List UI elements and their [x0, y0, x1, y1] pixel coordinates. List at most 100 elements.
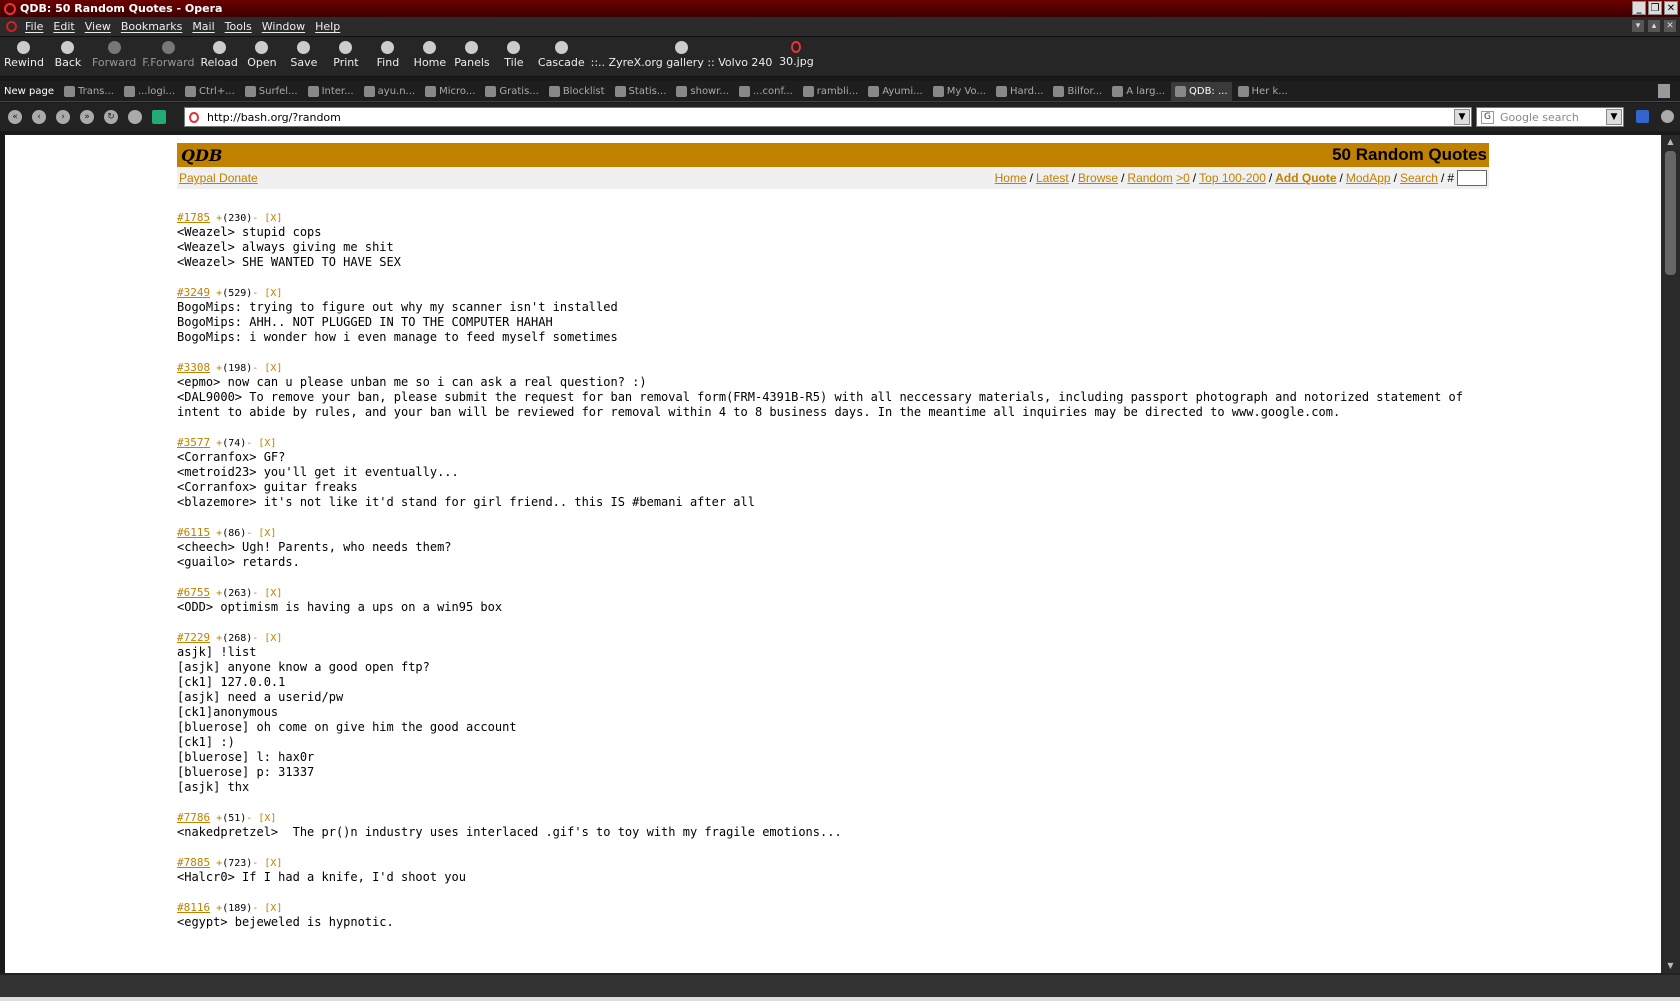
url-dropdown-icon[interactable]: ▼	[1454, 109, 1470, 125]
page-restore-icon[interactable]: ▴	[1648, 20, 1660, 32]
toolbar-button-6[interactable]: Save	[286, 37, 322, 69]
scroll-thumb[interactable]	[1665, 151, 1676, 275]
flag-button[interactable]: [X]	[264, 363, 282, 374]
back-small-icon[interactable]: ‹	[32, 110, 46, 124]
tab-17[interactable]: Bilfor...	[1049, 82, 1106, 101]
toolbar-button-9[interactable]: Home	[412, 37, 448, 69]
flag-button[interactable]: [X]	[264, 633, 282, 644]
tab-3[interactable]: Ctrl+...	[181, 82, 239, 101]
nav-link-top-100-200[interactable]: Top 100-200	[1199, 171, 1266, 185]
scroll-down-icon[interactable]: ▼	[1665, 961, 1676, 971]
reload-small-icon[interactable]: ↻	[104, 110, 118, 124]
quote-id-link[interactable]: #7229	[177, 631, 210, 644]
tab-9[interactable]: Blocklist	[545, 82, 609, 101]
flag-button[interactable]: [X]	[264, 903, 282, 914]
menu-view[interactable]: View	[85, 20, 111, 33]
rewind-small-icon[interactable]: «	[8, 110, 22, 124]
url-input[interactable]: http://bash.org/?random ▼	[184, 107, 1472, 127]
tab-12[interactable]: ...conf...	[735, 82, 797, 101]
scroll-up-icon[interactable]: ▲	[1665, 137, 1676, 147]
nav-link-modapp[interactable]: ModApp	[1346, 171, 1391, 185]
panel-toggle-icon[interactable]	[1661, 110, 1674, 123]
toolbar-button-3[interactable]: F.Forward	[142, 37, 194, 69]
nav-link-latest[interactable]: Latest	[1036, 171, 1069, 185]
google-icon[interactable]: G	[1481, 110, 1494, 124]
quote-id-link[interactable]: #3249	[177, 286, 210, 299]
quote-id-link[interactable]: #7885	[177, 856, 210, 869]
new-page-tab[interactable]: New page	[0, 82, 58, 101]
menu-file[interactable]: File	[25, 20, 43, 33]
flag-button[interactable]: [X]	[258, 438, 276, 449]
forward-small-icon[interactable]: ›	[56, 110, 70, 124]
paypal-donate-link[interactable]: Paypal Donate	[179, 171, 258, 185]
toolbar-button-12[interactable]: Cascade	[538, 37, 585, 69]
quote-id-link[interactable]: #6115	[177, 526, 210, 539]
stop-icon[interactable]	[128, 110, 142, 124]
quote-id-link[interactable]: #6755	[177, 586, 210, 599]
flag-button[interactable]: [X]	[258, 813, 276, 824]
menu-window[interactable]: Window	[262, 20, 305, 33]
tab-15[interactable]: My Vo...	[929, 82, 990, 101]
toolbar-button-0[interactable]: Rewind	[4, 37, 44, 69]
nav-link-random[interactable]: Random	[1127, 171, 1172, 185]
tab-7[interactable]: Micro...	[421, 82, 479, 101]
nav-link-browse[interactable]: Browse	[1078, 171, 1118, 185]
quote-id-link[interactable]: #8116	[177, 901, 210, 914]
close-button[interactable]: ✕	[1664, 1, 1678, 15]
flag-button[interactable]: [X]	[258, 528, 276, 539]
flag-button[interactable]: [X]	[264, 213, 282, 224]
quote-number-input[interactable]	[1457, 170, 1487, 186]
tab-18[interactable]: A larg...	[1108, 82, 1169, 101]
tab-4[interactable]: Surfel...	[241, 82, 302, 101]
search-dropdown-icon[interactable]: ▼	[1606, 109, 1622, 125]
toolbar-button-11[interactable]: Tile	[496, 37, 532, 69]
menu-edit[interactable]: Edit	[53, 20, 74, 33]
flag-button[interactable]: [X]	[264, 858, 282, 869]
nav-link--0[interactable]: >0	[1176, 171, 1190, 185]
quote-id-link[interactable]: #7786	[177, 811, 210, 824]
tab-19[interactable]: QDB: ...	[1171, 81, 1232, 101]
tab-1[interactable]: Trans...	[60, 82, 118, 101]
nav-link-search[interactable]: Search	[1400, 171, 1438, 185]
tab-8[interactable]: Gratis...	[481, 82, 542, 101]
search-input[interactable]: G Google search ▼	[1476, 107, 1624, 127]
toolbar-button-7[interactable]: Print	[328, 37, 364, 69]
toolbar-button-2[interactable]: Forward	[92, 37, 136, 69]
tab-2[interactable]: ...logi...	[120, 82, 179, 101]
restore-button[interactable]: ❐	[1648, 1, 1662, 15]
quote-id-link[interactable]: #1785	[177, 211, 210, 224]
tab-20[interactable]: Her k...	[1234, 82, 1292, 101]
home-small-icon[interactable]	[152, 110, 166, 124]
tab-14[interactable]: Ayumi...	[864, 82, 926, 101]
bookmark-page-icon[interactable]	[1636, 110, 1649, 123]
menu-tools[interactable]: Tools	[225, 20, 252, 33]
flag-button[interactable]: [X]	[264, 588, 282, 599]
tab-16[interactable]: Hard...	[992, 82, 1047, 101]
flag-button[interactable]: [X]	[264, 288, 282, 299]
fast-forward-small-icon[interactable]: »	[80, 110, 94, 124]
minimize-button[interactable]: _	[1632, 1, 1646, 15]
toolbar-button-8[interactable]: Find	[370, 37, 406, 69]
tab-11[interactable]: showr...	[672, 82, 733, 101]
nav-link-add-quote[interactable]: Add Quote	[1275, 171, 1336, 185]
tab-10[interactable]: Statis...	[611, 82, 671, 101]
toolbar-button-14[interactable]: 30.jpg	[778, 37, 814, 68]
opera-menu-icon[interactable]	[6, 21, 17, 32]
quote-id-link[interactable]: #3577	[177, 436, 210, 449]
toolbar-button-1[interactable]: Back	[50, 37, 86, 69]
quote-id-link[interactable]: #3308	[177, 361, 210, 374]
page-minimize-icon[interactable]: ▾	[1632, 20, 1644, 32]
toolbar-button-10[interactable]: Panels	[454, 37, 490, 69]
toolbar-button-5[interactable]: Open	[244, 37, 280, 69]
menu-help[interactable]: Help	[315, 20, 340, 33]
tab-5[interactable]: Inter...	[304, 82, 358, 101]
tab-13[interactable]: rambli...	[799, 82, 862, 101]
nav-link-home[interactable]: Home	[995, 171, 1027, 185]
tab-6[interactable]: ayu.n...	[360, 82, 419, 101]
trash-icon[interactable]	[1658, 84, 1670, 98]
page-close-icon[interactable]: ✕	[1664, 20, 1676, 32]
page-scrollbar[interactable]: ▲ ▼	[1661, 135, 1680, 973]
menu-bookmarks[interactable]: Bookmarks	[121, 20, 182, 33]
toolbar-button-13[interactable]: ::.. ZyreX.org gallery :: Volvo 240	[591, 37, 772, 69]
menu-mail[interactable]: Mail	[192, 20, 214, 33]
